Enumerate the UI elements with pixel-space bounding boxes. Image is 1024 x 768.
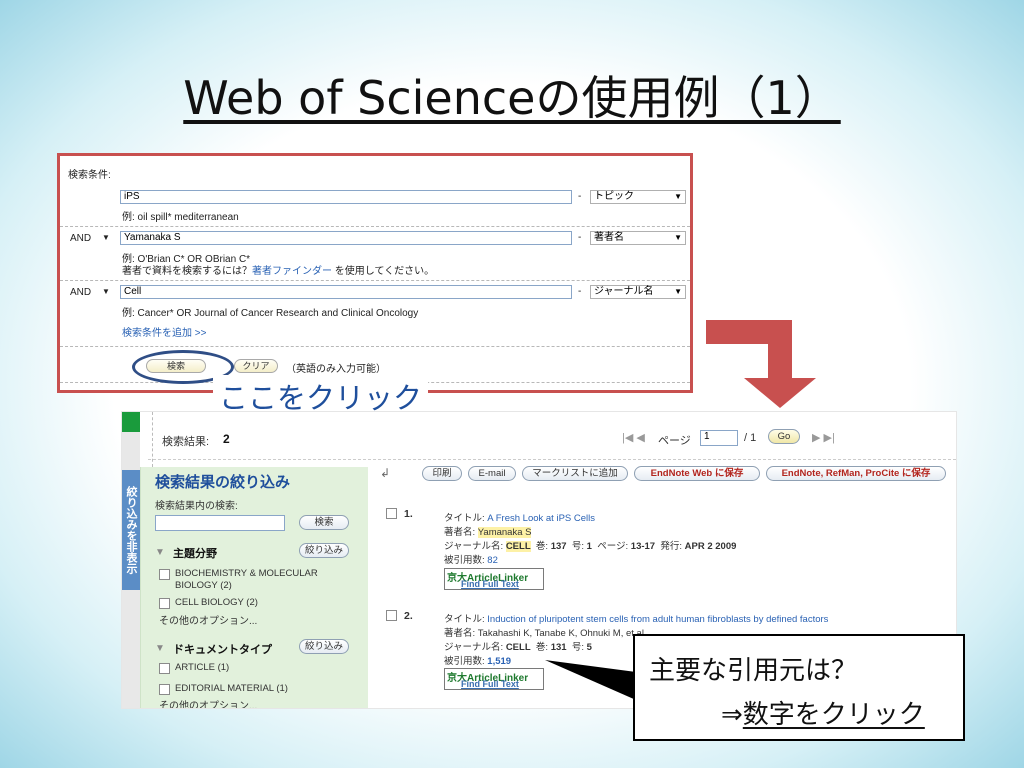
within-label: 検索結果内の検索: xyxy=(155,501,238,512)
divider xyxy=(60,280,690,281)
add-to-marked-list-button[interactable]: マークリストに追加 xyxy=(522,466,628,481)
example-journal: 例: Cancer* OR Journal of Cancer Research… xyxy=(122,308,419,319)
cited-count-link-1[interactable]: 82 xyxy=(487,555,498,566)
arrow-down-icon xyxy=(744,378,816,408)
more-options-link-2[interactable]: その他のオプション... xyxy=(159,697,257,708)
table-row: 著者名: Takahashi K, Tanabe K, Ohnuki M, et… xyxy=(444,628,647,639)
refine-title: 検索結果の絞り込み xyxy=(155,473,291,491)
results-count: 2 xyxy=(223,432,230,446)
more-options-link-1[interactable]: その他のオプション... xyxy=(159,612,257,627)
operator-and-1[interactable]: AND xyxy=(70,233,91,244)
divider xyxy=(60,346,690,347)
table-row: 被引用数: 1,519 xyxy=(444,656,512,667)
result-title-link-2[interactable]: Induction of pluripotent stem cells from… xyxy=(487,614,828,625)
cited-count-link-2[interactable]: 1,519 xyxy=(487,656,511,667)
operator-and-2[interactable]: AND xyxy=(70,287,91,298)
result-checkbox-1[interactable] xyxy=(386,508,397,519)
green-strip xyxy=(122,412,140,432)
doctype-option-article: ARTICLE (1) xyxy=(175,662,230,673)
chevron-down-icon: ▼ xyxy=(674,287,682,296)
result-checkbox-2[interactable] xyxy=(386,610,397,621)
chevron-down-icon: ▼ xyxy=(674,192,682,201)
page-total: / 1 xyxy=(744,432,757,444)
page-label: ページ xyxy=(658,435,691,447)
chevron-down-icon[interactable]: ▼ xyxy=(102,287,110,296)
click-here-label: ここをクリック xyxy=(213,375,429,417)
result-title-link-1[interactable]: A Fresh Look at iPS Cells xyxy=(487,513,595,524)
collapse-icon[interactable]: ▼ xyxy=(155,547,165,558)
save-endnote-web-button[interactable]: EndNote Web に保存 xyxy=(634,466,760,481)
topic-input[interactable]: iPS xyxy=(120,190,572,204)
row2-dash: - xyxy=(578,232,582,243)
slide-title: Web of Scienceの使用例（1） xyxy=(183,71,841,125)
result-number-2: 2. xyxy=(404,610,413,622)
arrow-right-icon: ⇒ xyxy=(721,700,743,730)
next-page-icon[interactable]: ▶ ▶| xyxy=(812,431,835,444)
page-input[interactable]: 1 xyxy=(700,430,738,446)
within-search-button[interactable]: 検索 xyxy=(299,515,349,530)
result-number-1: 1. xyxy=(404,508,413,520)
field-select-journal[interactable]: ジャーナル名 ▼ xyxy=(590,285,686,299)
doctype-checkbox-editorial[interactable] xyxy=(159,684,170,695)
journal-input[interactable]: Cell xyxy=(120,285,572,299)
field-select-author[interactable]: 著者名 ▼ xyxy=(590,231,686,245)
callout-box: 主要な引用元は？ ⇒数字をクリック xyxy=(633,634,965,741)
go-button[interactable]: Go xyxy=(768,429,800,444)
doctype-option-editorial: EDITORIAL MATERIAL (1) xyxy=(175,683,288,694)
slide: Web of Scienceの使用例（1） 検索条件: iPS - トピック ▼ … xyxy=(0,0,1024,768)
callout-question: 主要な引用元は？ xyxy=(649,656,858,686)
author-finder-hint: 著者で資料を検索するには？著者ファインダー を使用してください。 xyxy=(122,266,435,277)
add-condition-link[interactable]: 検索条件を追加 >> xyxy=(122,324,206,339)
clear-button[interactable]: クリア xyxy=(234,359,278,373)
subject-area-heading: 主題分野 xyxy=(173,548,217,560)
select-arrow-icon: ↲ xyxy=(380,466,391,480)
field-select-topic[interactable]: トピック ▼ xyxy=(590,190,686,204)
table-row: 著者名: Yamanaka S xyxy=(444,527,532,538)
article-linker-button-2[interactable]: 京大ArticleLinker Find Full Text xyxy=(444,668,544,690)
subject-option-cell: CELL BIOLOGY (2) xyxy=(175,597,258,608)
table-row: 被引用数: 82 xyxy=(444,555,498,566)
chevron-down-icon: ▼ xyxy=(674,233,682,242)
table-row: タイトル: A Fresh Look at iPS Cells xyxy=(444,513,595,524)
author-input[interactable]: Yamanaka S xyxy=(120,231,572,245)
refine-subject-button[interactable]: 絞り込み xyxy=(299,543,349,558)
hide-refine-tab[interactable]: 絞り込みを非表示 xyxy=(122,470,140,590)
refine-doctype-button[interactable]: 絞り込み xyxy=(299,639,349,654)
english-note: （英語のみ入力可能） xyxy=(286,364,386,375)
document-type-heading: ドキュメントタイプ xyxy=(173,644,272,656)
subject-option-biochem: BIOCHEMISTRY & MOLECULAR xyxy=(175,568,318,579)
subject-option-biochem-2: BIOLOGY (2) xyxy=(175,580,232,591)
email-button[interactable]: E-mail xyxy=(468,466,516,481)
row1-dash: - xyxy=(578,191,582,202)
example-topic: 例: oil spill* mediterranean xyxy=(122,212,239,223)
search-header: 検索条件: xyxy=(68,170,111,181)
results-count-label: 検索結果: xyxy=(162,436,210,448)
chevron-down-icon[interactable]: ▼ xyxy=(102,233,110,242)
arrow-shaft-icon xyxy=(768,320,792,380)
table-row: ジャーナル名: CELL 巻: 131 号: 5 xyxy=(444,642,592,653)
author-finder-link[interactable]: 著者ファインダー xyxy=(252,266,332,277)
doctype-checkbox-article[interactable] xyxy=(159,663,170,674)
collapse-icon[interactable]: ▼ xyxy=(155,643,165,654)
print-button[interactable]: 印刷 xyxy=(422,466,462,481)
divider xyxy=(60,226,690,227)
refine-sidebar: 検索結果の絞り込み 検索結果内の検索: 検索 ▼ 主題分野 絞り込み BIOCH… xyxy=(140,467,368,708)
divider xyxy=(148,459,956,460)
table-row: ジャーナル名: CELL 巻: 137 号: 1 ページ: 13-17 発行: … xyxy=(444,541,737,552)
prev-page-icon[interactable]: |◀ ◀ xyxy=(622,431,645,444)
subject-checkbox-biochem[interactable] xyxy=(159,569,170,580)
article-linker-button-1[interactable]: 京大ArticleLinker Find Full Text xyxy=(444,568,544,590)
save-endnote-refman-procite-button[interactable]: EndNote, RefMan, ProCite に保存 xyxy=(766,466,946,481)
callout-instruction: ⇒数字をクリック xyxy=(721,700,925,730)
row3-dash: - xyxy=(578,286,582,297)
subject-checkbox-cell[interactable] xyxy=(159,598,170,609)
within-search-input[interactable] xyxy=(155,515,285,531)
table-row: タイトル: Induction of pluripotent stem cell… xyxy=(444,614,829,625)
